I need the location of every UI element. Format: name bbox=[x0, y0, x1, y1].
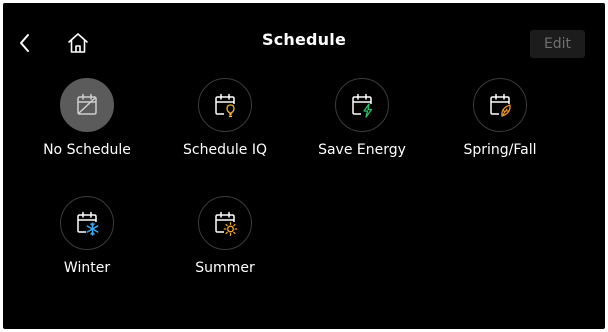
calendar-lightning-icon bbox=[352, 93, 373, 118]
tile-icon-circle bbox=[198, 78, 252, 132]
schedule-screen: Schedule Edit No Schedule Schedule IQ Sa… bbox=[3, 3, 605, 329]
schedule-tile-label: Winter bbox=[63, 260, 111, 276]
page-title: Schedule bbox=[261, 30, 347, 49]
calendar-leaf-icon bbox=[490, 93, 511, 117]
schedule-tile-label: Spring/Fall bbox=[463, 142, 537, 158]
tile-icon-circle bbox=[473, 78, 527, 132]
schedule-tile-spring-fall[interactable]: Spring/Fall bbox=[436, 78, 564, 188]
edit-button[interactable]: Edit bbox=[530, 30, 585, 58]
schedule-tile-summer[interactable]: Summer bbox=[161, 196, 289, 306]
schedule-tile-label: No Schedule bbox=[43, 142, 131, 158]
schedule-tile-save-energy[interactable]: Save Energy bbox=[298, 78, 426, 188]
calendar-bulb-icon bbox=[215, 93, 235, 118]
schedule-tile-no-schedule[interactable]: No Schedule bbox=[23, 78, 151, 188]
tile-icon-circle bbox=[198, 196, 252, 250]
tile-icon-circle bbox=[60, 78, 114, 132]
calendar-sun-icon bbox=[215, 211, 238, 236]
schedule-tile-label: Schedule IQ bbox=[183, 142, 267, 158]
header-bar: Schedule Edit bbox=[3, 3, 605, 79]
schedule-tile-label: Save Energy bbox=[318, 142, 406, 158]
schedule-tile-label: Summer bbox=[195, 260, 255, 276]
tile-icon-circle bbox=[60, 196, 114, 250]
calendar-snowflake-icon bbox=[77, 211, 99, 236]
calendar-crossed-icon bbox=[77, 93, 97, 115]
schedule-tile-schedule-iq[interactable]: Schedule IQ bbox=[161, 78, 289, 188]
tile-icon-circle bbox=[335, 78, 389, 132]
schedule-tile-winter[interactable]: Winter bbox=[23, 196, 151, 306]
